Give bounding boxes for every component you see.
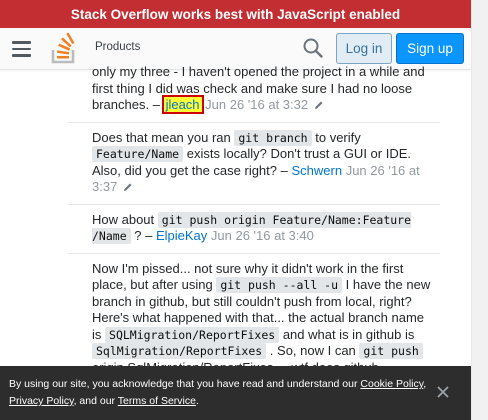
inline-code: SqlMigration/ReportFixes <box>92 343 267 359</box>
cookie-consent-banner: By using our site, you acknowledge that … <box>0 366 471 420</box>
comment-date[interactable]: Jun 26 '16 at 3:32 <box>205 97 308 112</box>
inline-code: git push --all -u <box>216 277 343 293</box>
comment-item: Does that mean you ran git branch to ver… <box>68 123 440 205</box>
comment-item: How about git push origin Feature/Name:F… <box>68 205 440 254</box>
search-icon[interactable] <box>302 37 324 59</box>
javascript-warning-banner: Stack Overflow works best with JavaScrip… <box>0 0 471 28</box>
stackoverflow-logo-icon[interactable] <box>51 32 77 64</box>
comment-user-link[interactable]: jleach <box>161 95 204 114</box>
comment-text: and what is in github is <box>282 326 415 342</box>
cookie-text: . <box>195 395 199 407</box>
privacy-policy-link[interactable]: Privacy Policy <box>9 395 74 407</box>
comment-user-link[interactable]: ElpieKay <box>156 228 207 243</box>
comment-text: Does that mean you ran <box>92 129 231 145</box>
vertical-scrollbar[interactable] <box>471 0 488 420</box>
comment-text: . So, now I can <box>269 343 356 358</box>
banner-text: Stack Overflow works best with JavaScrip… <box>70 6 401 22</box>
inline-code: SQLMigration/ReportFixes <box>105 326 280 343</box>
comment-item: only my three - I haven't opened the pro… <box>68 64 440 123</box>
comment-text: ? – <box>134 228 153 243</box>
comment-text: How about <box>92 211 155 227</box>
comments-list: only my three - I haven't opened the pro… <box>68 64 440 385</box>
comment-text: to verify <box>315 129 361 145</box>
comment-user-link[interactable]: Schwern <box>291 163 342 178</box>
comment-date[interactable]: Jun 26 '16 at 3:40 <box>211 228 314 243</box>
login-button[interactable]: Log in <box>336 33 392 64</box>
inline-code: git push <box>359 343 423 359</box>
hamburger-menu-icon[interactable] <box>12 41 31 57</box>
comment-text: only my three - I haven't opened the pro… <box>92 64 425 79</box>
cookie-separator: , <box>423 378 427 390</box>
cookie-text: , and our <box>73 395 116 407</box>
pencil-icon <box>123 183 132 191</box>
products-menu[interactable]: Products <box>95 41 140 53</box>
cookie-policy-link[interactable]: Cookie Policy <box>360 378 423 390</box>
terms-of-service-link[interactable]: Terms of Service <box>118 395 196 407</box>
close-icon[interactable] <box>437 386 449 398</box>
inline-code: Feature/Name <box>92 146 184 162</box>
cookie-text: By using our site, you acknowledge that … <box>9 378 358 390</box>
inline-code: git branch <box>234 129 312 146</box>
pencil-icon <box>314 101 323 109</box>
signup-button[interactable]: Sign up <box>396 33 464 64</box>
